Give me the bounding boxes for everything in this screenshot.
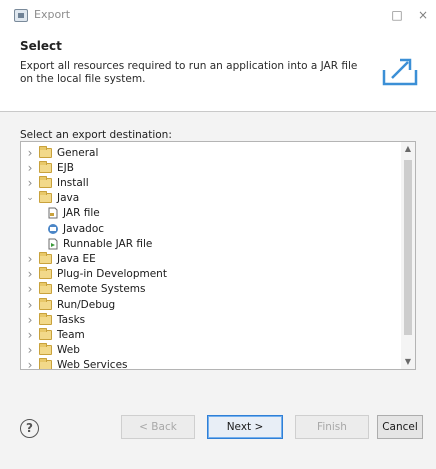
folder-icon <box>39 191 52 204</box>
tree-item[interactable]: ⌄ Java <box>25 191 79 206</box>
tree-item[interactable]: › Java EE <box>25 251 96 266</box>
tree-item-label: Remote Systems <box>57 283 146 296</box>
tree-item-label: Team <box>57 328 85 341</box>
tree-item-label: Java EE <box>57 252 96 265</box>
tree-item-label: Javadoc <box>63 222 105 235</box>
runnable-jar-icon <box>48 238 58 250</box>
tree-item[interactable]: Javadoc <box>47 221 104 236</box>
minimize-button[interactable]: □ <box>388 6 406 24</box>
wizard-footer: ? < Back Next > Finish Cancel <box>0 400 436 469</box>
chevron-right-icon[interactable]: › <box>25 253 35 265</box>
tree-item[interactable]: Runnable JAR file <box>47 236 152 251</box>
page-description: Export all resources required to run an … <box>20 60 358 85</box>
folder-icon <box>39 343 52 356</box>
help-icon[interactable]: ? <box>20 419 39 438</box>
chevron-right-icon[interactable]: › <box>25 162 35 174</box>
tree-item[interactable]: › Tasks <box>25 312 85 327</box>
page-title: Select <box>20 39 62 53</box>
tree-item[interactable]: › Remote Systems <box>25 282 145 297</box>
scroll-up-arrow[interactable]: ▲ <box>401 142 415 156</box>
chevron-right-icon[interactable]: › <box>25 329 35 341</box>
chevron-right-icon[interactable]: › <box>25 359 35 369</box>
chevron-right-icon[interactable]: › <box>25 283 35 295</box>
tree-item-label: EJB <box>57 161 74 174</box>
chevron-right-icon[interactable]: › <box>25 314 35 326</box>
tree-item[interactable]: › Web Services <box>25 358 128 370</box>
chevron-right-icon[interactable]: › <box>25 177 35 189</box>
eclipse-export-icon <box>14 9 28 22</box>
folder-icon <box>39 145 52 158</box>
tree-item-label: Plug-in Development <box>57 268 167 281</box>
chevron-right-icon[interactable]: › <box>25 344 35 356</box>
chevron-down-icon[interactable]: ⌄ <box>25 193 35 203</box>
tree-item[interactable]: › EJB <box>25 160 74 175</box>
jar-file-icon <box>48 207 58 219</box>
wizard-header: Select Export all resources required to … <box>0 30 436 112</box>
export-destination-tree[interactable]: ▲ ▼ › General › EJB › Install ⌄ Java JAR file Jav… <box>20 141 416 370</box>
tree-item-label: Web Services <box>57 359 128 370</box>
tree-item-label: Install <box>57 176 89 189</box>
scroll-down-arrow[interactable]: ▼ <box>401 355 415 369</box>
next-button[interactable]: Next > <box>207 415 283 439</box>
tree-item-label: Runnable JAR file <box>63 237 153 250</box>
chevron-right-icon[interactable]: › <box>25 299 35 311</box>
tree-item-label: JAR file <box>63 207 100 220</box>
tree-item[interactable]: › Run/Debug <box>25 297 115 312</box>
export-arrow-icon <box>382 58 418 86</box>
folder-icon <box>39 267 52 280</box>
chevron-right-icon[interactable]: › <box>25 147 35 159</box>
tree-item-label: Run/Debug <box>57 298 116 311</box>
scroll-thumb[interactable] <box>404 160 412 335</box>
folder-icon <box>39 160 52 173</box>
folder-icon <box>39 312 52 325</box>
cancel-button[interactable]: Cancel <box>377 415 423 439</box>
back-button[interactable]: < Back <box>121 415 195 439</box>
tree-item-label: Tasks <box>57 313 86 326</box>
finish-button[interactable]: Finish <box>295 415 369 439</box>
folder-icon <box>39 297 52 310</box>
close-button[interactable]: × <box>414 6 432 24</box>
tree-item[interactable]: › Install <box>25 175 89 190</box>
tree-item[interactable]: › General <box>25 145 98 160</box>
tree-item-label: Java <box>57 192 80 205</box>
folder-icon <box>39 282 52 295</box>
chevron-right-icon[interactable]: › <box>25 268 35 280</box>
folder-icon <box>39 327 52 340</box>
javadoc-icon <box>48 223 58 234</box>
folder-icon <box>39 358 52 369</box>
tree-item[interactable]: JAR file <box>47 206 100 221</box>
folder-icon <box>39 251 52 264</box>
tree-item[interactable]: › Plug-in Development <box>25 267 167 282</box>
tree-item[interactable]: › Team <box>25 327 85 342</box>
tree-scrollbar[interactable]: ▲ ▼ <box>401 142 415 369</box>
tree-item-label: Web <box>57 344 80 357</box>
destination-label: Select an export destination: <box>20 129 172 141</box>
window-title: Export <box>34 8 71 21</box>
folder-icon <box>39 175 52 188</box>
tree-item-label: General <box>57 146 99 159</box>
tree-item[interactable]: › Web <box>25 343 80 358</box>
title-bar: Export □ × <box>0 0 436 30</box>
